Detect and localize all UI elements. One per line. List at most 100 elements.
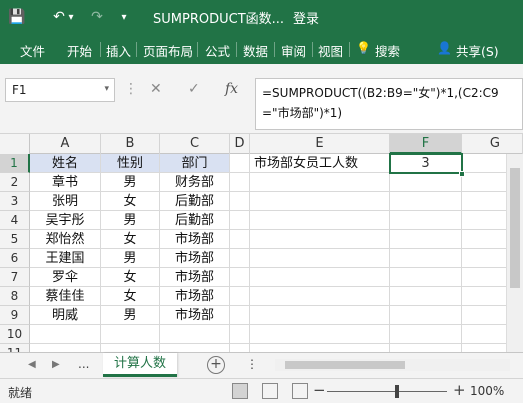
cell-e1[interactable]: 市场部女员工人数 <box>250 154 390 173</box>
cell-department[interactable]: 市场部 <box>160 230 230 249</box>
empty-cell[interactable] <box>101 344 160 352</box>
empty-cell[interactable] <box>30 344 101 352</box>
empty-cell[interactable] <box>390 344 462 352</box>
empty-cell[interactable] <box>390 230 462 249</box>
horizontal-scroll-thumb[interactable] <box>285 361 405 369</box>
undo-dropdown-icon[interactable]: ▾ <box>64 0 78 34</box>
chevron-down-icon[interactable]: ▾ <box>104 84 109 94</box>
empty-cell[interactable] <box>390 211 462 230</box>
empty-cell[interactable] <box>390 325 462 344</box>
cell-department[interactable]: 后勤部 <box>160 211 230 230</box>
empty-cell[interactable] <box>230 192 250 211</box>
cell-name[interactable]: 罗伞 <box>30 268 101 287</box>
cell-department[interactable]: 后勤部 <box>160 192 230 211</box>
select-all-corner[interactable] <box>0 134 30 154</box>
empty-cell[interactable] <box>230 344 250 352</box>
column-header-a[interactable]: A <box>30 134 101 154</box>
empty-cell[interactable] <box>250 230 390 249</box>
row-header[interactable]: 5 <box>0 230 30 249</box>
name-box[interactable]: F1 ▾ <box>5 78 115 102</box>
cell-name[interactable]: 蔡佳佳 <box>30 287 101 306</box>
cell-gender[interactable]: 男 <box>101 249 160 268</box>
tab-review[interactable]: 审阅 <box>281 41 306 60</box>
empty-cell[interactable] <box>390 173 462 192</box>
row-header[interactable]: 2 <box>0 173 30 192</box>
cell-gender[interactable]: 女 <box>101 230 160 249</box>
cell-name[interactable]: 张明 <box>30 192 101 211</box>
save-icon[interactable]: 💾 <box>4 0 30 34</box>
empty-cell[interactable] <box>390 306 462 325</box>
column-header-g[interactable]: G <box>462 134 523 154</box>
zoom-slider-thumb[interactable] <box>394 385 399 398</box>
zoom-level[interactable]: 100% <box>470 384 504 398</box>
empty-cell[interactable] <box>250 192 390 211</box>
empty-cell[interactable] <box>250 344 390 352</box>
empty-cell[interactable] <box>160 325 230 344</box>
row-header[interactable]: 10 <box>0 325 30 344</box>
row-header[interactable]: 11 <box>0 344 30 352</box>
column-header-e[interactable]: E <box>250 134 390 154</box>
column-header-b[interactable]: B <box>101 134 160 154</box>
cell-gender[interactable]: 男 <box>101 173 160 192</box>
empty-cell[interactable] <box>230 230 250 249</box>
empty-cell[interactable] <box>250 306 390 325</box>
fill-handle[interactable] <box>459 171 465 177</box>
sheet-tab-active[interactable]: 计算人数 <box>103 353 177 377</box>
cell-gender[interactable]: 女 <box>101 287 160 306</box>
row-header[interactable]: 7 <box>0 268 30 287</box>
zoom-in-button[interactable]: + <box>453 381 466 399</box>
cell-department[interactable]: 财务部 <box>160 173 230 192</box>
tell-me-search[interactable]: 搜索 <box>375 41 400 60</box>
cell-department[interactable]: 市场部 <box>160 306 230 325</box>
row-header[interactable]: 6 <box>0 249 30 268</box>
empty-cell[interactable] <box>230 211 250 230</box>
empty-cell[interactable] <box>230 154 250 173</box>
formula-input[interactable]: =SUMPRODUCT((B2:B9="女")*1,(C2:C9="市场部")*… <box>255 78 523 130</box>
empty-cell[interactable] <box>390 268 462 287</box>
page-break-view-icon[interactable] <box>292 383 308 399</box>
tab-view[interactable]: 视图 <box>318 41 343 60</box>
cell-c1[interactable]: 部门 <box>160 154 230 173</box>
empty-cell[interactable] <box>250 211 390 230</box>
horizontal-scrollbar[interactable] <box>275 359 510 371</box>
empty-cell[interactable] <box>250 287 390 306</box>
empty-cell[interactable] <box>250 249 390 268</box>
empty-cell[interactable] <box>230 287 250 306</box>
tab-page-layout[interactable]: 页面布局 <box>143 41 193 60</box>
tab-formulas[interactable]: 公式 <box>205 41 230 60</box>
cell-gender[interactable]: 女 <box>101 192 160 211</box>
prev-sheet-icon[interactable]: ◀ <box>28 359 36 370</box>
enter-icon[interactable]: ✓ <box>188 81 200 97</box>
tab-data[interactable]: 数据 <box>243 41 268 60</box>
cell-name[interactable]: 章书 <box>30 173 101 192</box>
tab-insert[interactable]: 插入 <box>106 41 131 60</box>
cell-a1[interactable]: 姓名 <box>30 154 101 173</box>
cancel-icon[interactable]: ✕ <box>150 81 162 97</box>
cell-name[interactable]: 明威 <box>30 306 101 325</box>
vertical-scroll-thumb[interactable] <box>510 168 520 288</box>
cell-name[interactable]: 吴宇彤 <box>30 211 101 230</box>
normal-view-icon[interactable] <box>232 383 248 399</box>
cell-department[interactable]: 市场部 <box>160 287 230 306</box>
page-layout-view-icon[interactable] <box>262 383 278 399</box>
cell-department[interactable]: 市场部 <box>160 249 230 268</box>
cell-b1[interactable]: 性别 <box>101 154 160 173</box>
insert-function-icon[interactable]: fx <box>225 81 238 97</box>
empty-cell[interactable] <box>30 325 101 344</box>
column-header-c[interactable]: C <box>160 134 230 154</box>
column-header-d[interactable]: D <box>230 134 250 154</box>
row-header[interactable]: 9 <box>0 306 30 325</box>
add-sheet-icon[interactable]: + <box>207 356 225 374</box>
vertical-scrollbar[interactable] <box>506 154 523 352</box>
empty-cell[interactable] <box>250 325 390 344</box>
row-header[interactable]: 3 <box>0 192 30 211</box>
empty-cell[interactable] <box>230 325 250 344</box>
more-sheets-button[interactable]: ... <box>78 357 89 371</box>
cell-name[interactable]: 郑怡然 <box>30 230 101 249</box>
empty-cell[interactable] <box>390 192 462 211</box>
empty-cell[interactable] <box>230 306 250 325</box>
split-handle-icon[interactable]: ⋮ <box>246 357 258 371</box>
empty-cell[interactable] <box>230 268 250 287</box>
tab-home[interactable]: 开始 <box>67 41 92 60</box>
column-header-f[interactable]: F <box>390 134 462 154</box>
